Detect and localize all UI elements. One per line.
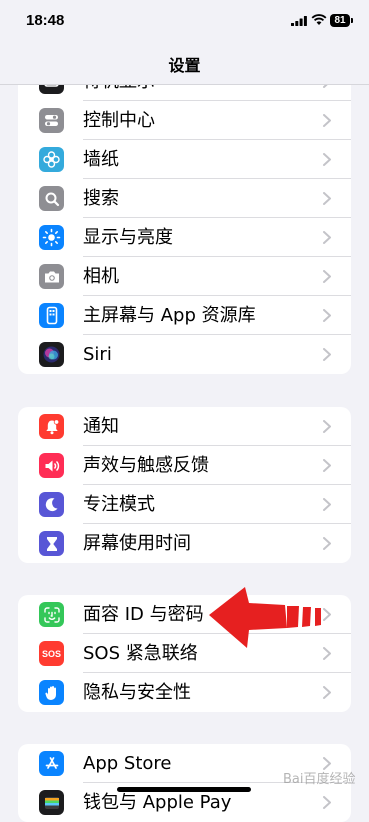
status-bar: 18:48 81 bbox=[0, 0, 369, 44]
home-indicator bbox=[117, 787, 251, 792]
hand-icon bbox=[39, 680, 64, 705]
camera-icon bbox=[39, 264, 64, 289]
chevron-right-icon bbox=[323, 309, 331, 322]
status-time: 18:48 bbox=[26, 12, 65, 29]
wifi-icon bbox=[311, 14, 327, 25]
settings-row-screen-time[interactable]: 屏幕使用时间 bbox=[18, 524, 351, 563]
chevron-right-icon bbox=[323, 796, 331, 809]
chevron-right-icon bbox=[323, 459, 331, 472]
siri-icon bbox=[39, 342, 64, 367]
cellular-signal-icon bbox=[291, 16, 307, 26]
settings-row-camera[interactable]: 相机 bbox=[18, 257, 351, 296]
chevron-right-icon bbox=[323, 114, 331, 127]
settings-row-home-screen[interactable]: 主屏幕与 App 资源库 bbox=[18, 296, 351, 335]
face-id-icon bbox=[39, 602, 64, 627]
sos-icon: SOS bbox=[39, 641, 64, 666]
settings-row-label: 专注模式 bbox=[83, 494, 155, 515]
battery-tip bbox=[351, 18, 353, 23]
settings-row-wallpaper[interactable]: 墙纸 bbox=[18, 140, 351, 179]
settings-row-label: 搜索 bbox=[83, 188, 119, 209]
app-store-icon bbox=[39, 751, 64, 776]
settings-row-label: 相机 bbox=[83, 266, 119, 287]
sos-badge-text: SOS bbox=[41, 648, 61, 659]
settings-row-label: 面容 ID 与密码 bbox=[83, 604, 204, 625]
chevron-right-icon bbox=[323, 686, 331, 699]
chevron-right-icon bbox=[323, 498, 331, 511]
home-screen-icon bbox=[39, 303, 64, 328]
control-center-icon bbox=[39, 108, 64, 133]
battery-level: 81 bbox=[330, 14, 350, 27]
speaker-icon bbox=[39, 453, 64, 478]
chevron-right-icon bbox=[323, 153, 331, 166]
chevron-right-icon bbox=[323, 231, 331, 244]
settings-row-label: 主屏幕与 App 资源库 bbox=[83, 305, 256, 326]
wallpaper-flower-icon bbox=[39, 147, 64, 172]
settings-row-label: SOS 紧急联络 bbox=[83, 643, 198, 664]
navigation-bar: 设置 bbox=[0, 44, 369, 85]
settings-group-notifications: 通知 声效与触感反馈 专注模式 屏幕使用时间 bbox=[18, 407, 351, 563]
chevron-right-icon bbox=[323, 420, 331, 433]
settings-row-notifications[interactable]: 通知 bbox=[18, 407, 351, 446]
settings-row-siri[interactable]: Siri bbox=[18, 335, 351, 374]
notification-bell-icon bbox=[39, 414, 64, 439]
settings-row-label: 控制中心 bbox=[83, 110, 155, 131]
page-title: 设置 bbox=[168, 56, 201, 75]
settings-row-label: 声效与触感反馈 bbox=[83, 455, 209, 476]
settings-row-search[interactable]: 搜索 bbox=[18, 179, 351, 218]
settings-row-focus[interactable]: 专注模式 bbox=[18, 485, 351, 524]
settings-row-privacy-security[interactable]: 隐私与安全性 bbox=[18, 673, 351, 712]
moon-icon bbox=[39, 492, 64, 517]
chevron-right-icon bbox=[323, 270, 331, 283]
settings-row-label: Siri bbox=[83, 344, 112, 365]
settings-row-sounds-haptics[interactable]: 声效与触感反馈 bbox=[18, 446, 351, 485]
wallet-icon bbox=[39, 790, 64, 815]
brightness-sun-icon bbox=[39, 225, 64, 250]
settings-row-display-brightness[interactable]: 显示与亮度 bbox=[18, 218, 351, 257]
settings-group-display: 待机显示 控制中心 墙纸 搜索 显示与亮度 bbox=[18, 62, 351, 374]
settings-row-label: 墙纸 bbox=[83, 149, 119, 170]
settings-row-label: 显示与亮度 bbox=[83, 227, 173, 248]
search-icon bbox=[39, 186, 64, 211]
hourglass-icon bbox=[39, 531, 64, 556]
chevron-right-icon bbox=[323, 348, 331, 361]
chevron-right-icon bbox=[323, 537, 331, 550]
watermark: Bai百度经验 bbox=[283, 772, 356, 787]
settings-row-label: 屏幕使用时间 bbox=[83, 533, 191, 554]
red-annotation-arrow-icon bbox=[209, 587, 321, 648]
settings-row-label: 通知 bbox=[83, 416, 119, 437]
settings-row-label: 隐私与安全性 bbox=[83, 682, 191, 703]
settings-row-control-center[interactable]: 控制中心 bbox=[18, 101, 351, 140]
chevron-right-icon bbox=[323, 192, 331, 205]
settings-row-label: App Store bbox=[83, 753, 172, 774]
